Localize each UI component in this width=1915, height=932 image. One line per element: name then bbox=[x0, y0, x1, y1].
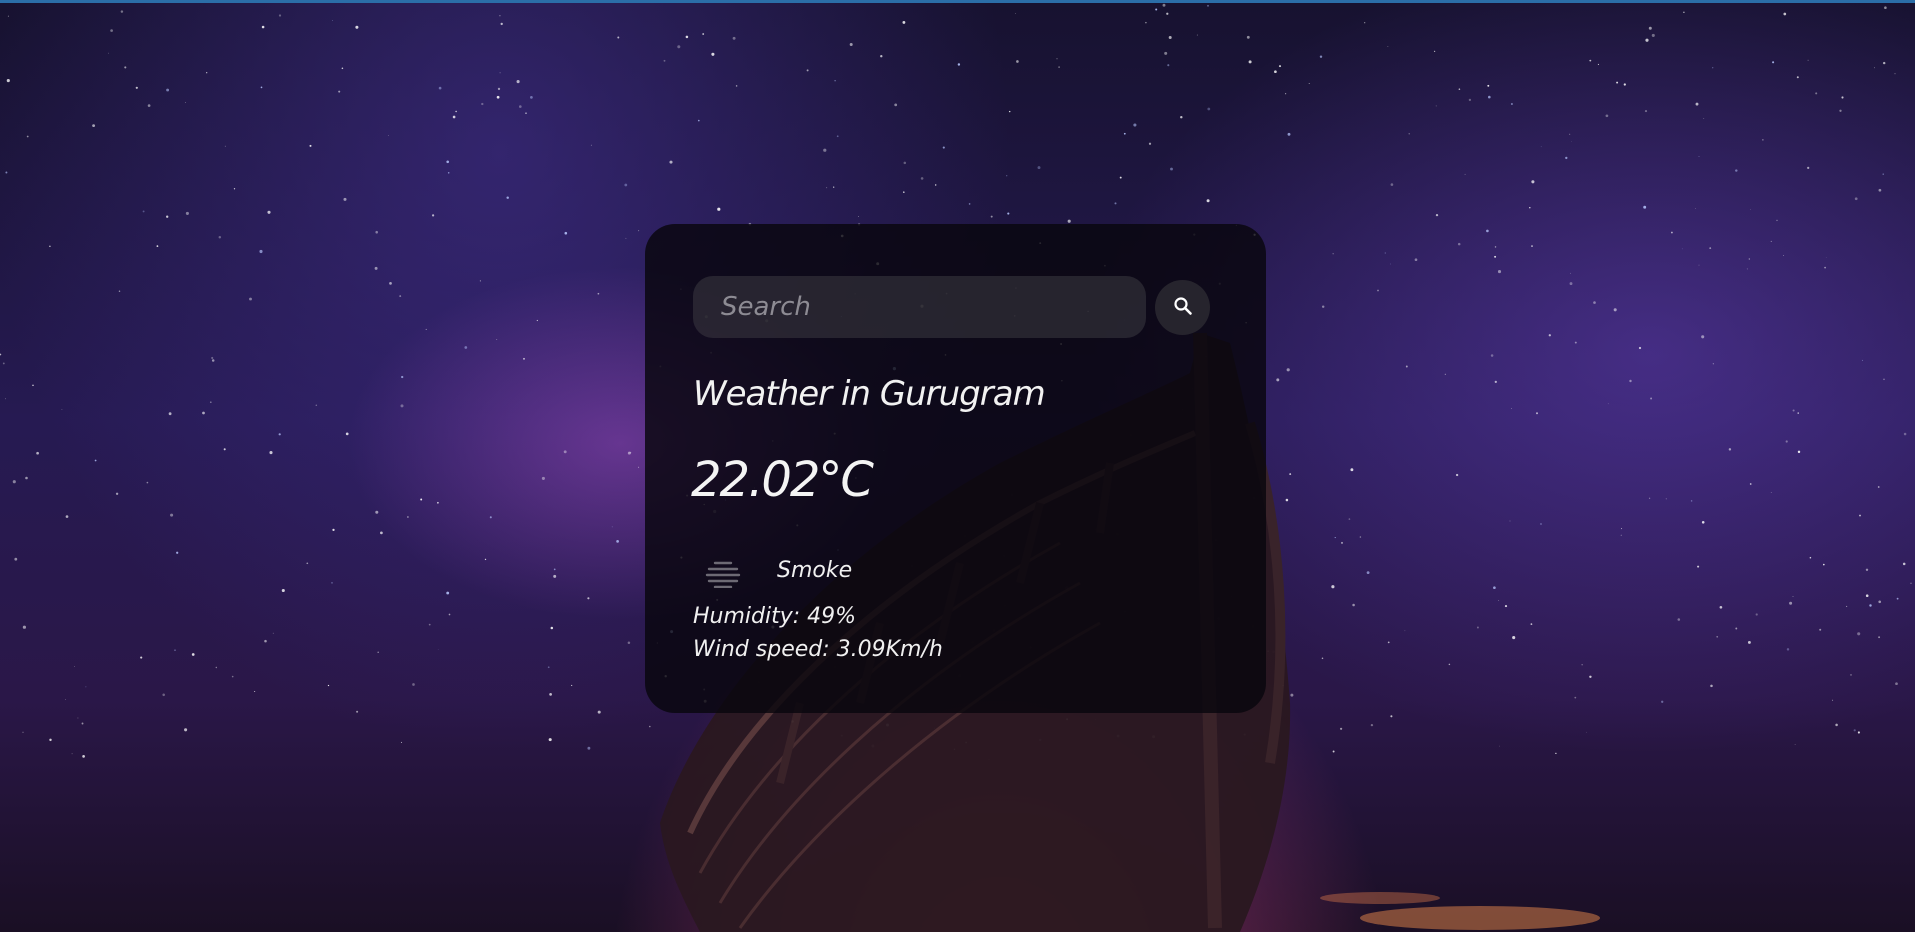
search-bar bbox=[693, 276, 1223, 338]
weather-card: Weather in Gurugram 22.02°C Smoke Humidi… bbox=[645, 224, 1266, 713]
weather-location-title: Weather in Gurugram bbox=[693, 374, 1046, 414]
smoke-haze-icon bbox=[705, 560, 741, 589]
humidity-text: Humidity: 49% bbox=[693, 604, 857, 629]
search-icon bbox=[1173, 296, 1193, 319]
search-button[interactable] bbox=[1155, 280, 1210, 335]
temperature-value: 22.02°C bbox=[691, 452, 874, 508]
wind-speed-text: Wind speed: 3.09Km/h bbox=[693, 637, 943, 662]
condition-description: Smoke bbox=[777, 558, 853, 583]
search-input[interactable] bbox=[693, 276, 1146, 338]
